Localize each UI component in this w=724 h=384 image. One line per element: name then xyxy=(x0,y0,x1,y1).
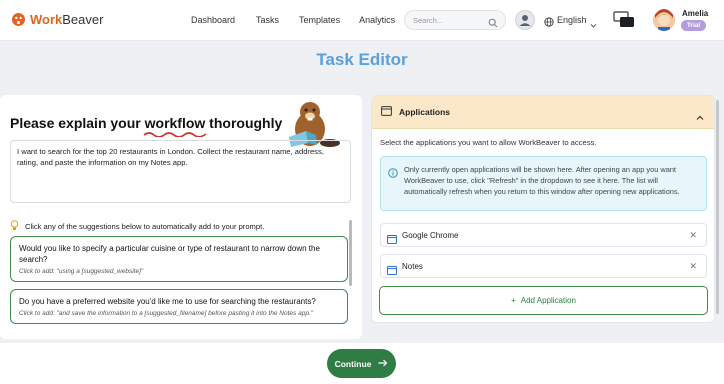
app-name: Notes xyxy=(402,262,423,271)
underline-squiggle xyxy=(143,132,207,137)
brand-name: WorkBeaver xyxy=(30,12,104,27)
prompt-panel: Please explain your workflow thoroughly … xyxy=(0,95,362,339)
suggestion-list: Would you like to specify a particular c… xyxy=(10,236,350,339)
remove-app-icon[interactable]: ✕ xyxy=(689,230,697,241)
language-selector[interactable]: English xyxy=(557,15,587,25)
arrow-right-icon xyxy=(378,359,388,369)
suggestion-question: Do you have a preferred website you'd li… xyxy=(19,297,316,306)
nav-analytics[interactable]: Analytics xyxy=(359,15,395,25)
add-application-label: Add Application xyxy=(520,296,576,305)
suggestions-scrollbar[interactable] xyxy=(349,220,352,286)
nav-links: Dashboard Tasks Templates Analytics xyxy=(191,15,395,25)
info-box: Only currently open applications will be… xyxy=(380,156,707,211)
chevron-down-icon[interactable] xyxy=(590,16,597,34)
suggestion-card[interactable]: Would you like to specify a particular c… xyxy=(10,236,348,282)
logo[interactable]: WorkBeaver xyxy=(11,12,103,27)
applications-header[interactable]: Applications xyxy=(372,96,714,129)
browser-window-icon xyxy=(387,231,397,249)
suggestion-action: Click to add: "and save the information … xyxy=(19,310,314,317)
hint-text: Click any of the suggestions below to au… xyxy=(25,222,265,231)
applications-title: Applications xyxy=(399,107,451,117)
app-name: Google Chrome xyxy=(402,231,459,240)
plus-icon: + xyxy=(511,296,516,305)
info-text: Only currently open applications will be… xyxy=(404,165,680,196)
prompt-textarea[interactable]: I want to search for the top 20 restaura… xyxy=(10,140,351,203)
suggestion-action: Click to add: "using a [suggested_websit… xyxy=(19,268,144,275)
info-icon xyxy=(388,165,398,183)
chevron-up-icon[interactable] xyxy=(696,108,704,126)
add-application-button[interactable]: + Add Application xyxy=(379,286,708,315)
plan-badge: Trial xyxy=(681,20,706,31)
top-nav: WorkBeaver Dashboard Tasks Templates Ana… xyxy=(0,0,724,41)
suggestion-card[interactable]: Do you have a preferred website you'd li… xyxy=(10,289,348,324)
search-placeholder: Search... xyxy=(413,16,444,25)
lightbulb-icon xyxy=(10,220,19,233)
user-name: Amelia xyxy=(682,9,709,18)
avatar[interactable] xyxy=(653,9,675,31)
window-icon xyxy=(381,106,392,118)
search-icon xyxy=(488,15,498,33)
applications-description: Select the applications you want to allo… xyxy=(380,138,597,147)
page-scrollbar[interactable] xyxy=(716,100,719,314)
prompt-heading: Please explain your workflow thoroughly xyxy=(10,115,283,131)
screen-share-icon[interactable] xyxy=(613,11,635,33)
profile-icon[interactable] xyxy=(515,10,535,30)
nav-templates[interactable]: Templates xyxy=(299,15,340,25)
nav-dashboard[interactable]: Dashboard xyxy=(191,15,235,25)
app-item[interactable]: Notes ✕ xyxy=(380,254,707,278)
browser-window-icon xyxy=(387,262,397,280)
globe-icon xyxy=(544,14,554,32)
page-title: Task Editor xyxy=(316,50,408,69)
continue-button[interactable]: Continue xyxy=(327,349,396,378)
nav-tasks[interactable]: Tasks xyxy=(256,15,279,25)
app-item[interactable]: Google Chrome ✕ xyxy=(380,223,707,247)
search-input[interactable]: Search... xyxy=(404,10,506,30)
applications-panel: Applications Select the applications you… xyxy=(371,95,715,323)
remove-app-icon[interactable]: ✕ xyxy=(689,261,697,272)
continue-label: Continue xyxy=(334,358,372,369)
suggestion-question: Would you like to specify a particular c… xyxy=(19,244,320,264)
beaver-logo-icon xyxy=(11,12,26,27)
suggestion-hint: Click any of the suggestions below to au… xyxy=(10,220,264,233)
